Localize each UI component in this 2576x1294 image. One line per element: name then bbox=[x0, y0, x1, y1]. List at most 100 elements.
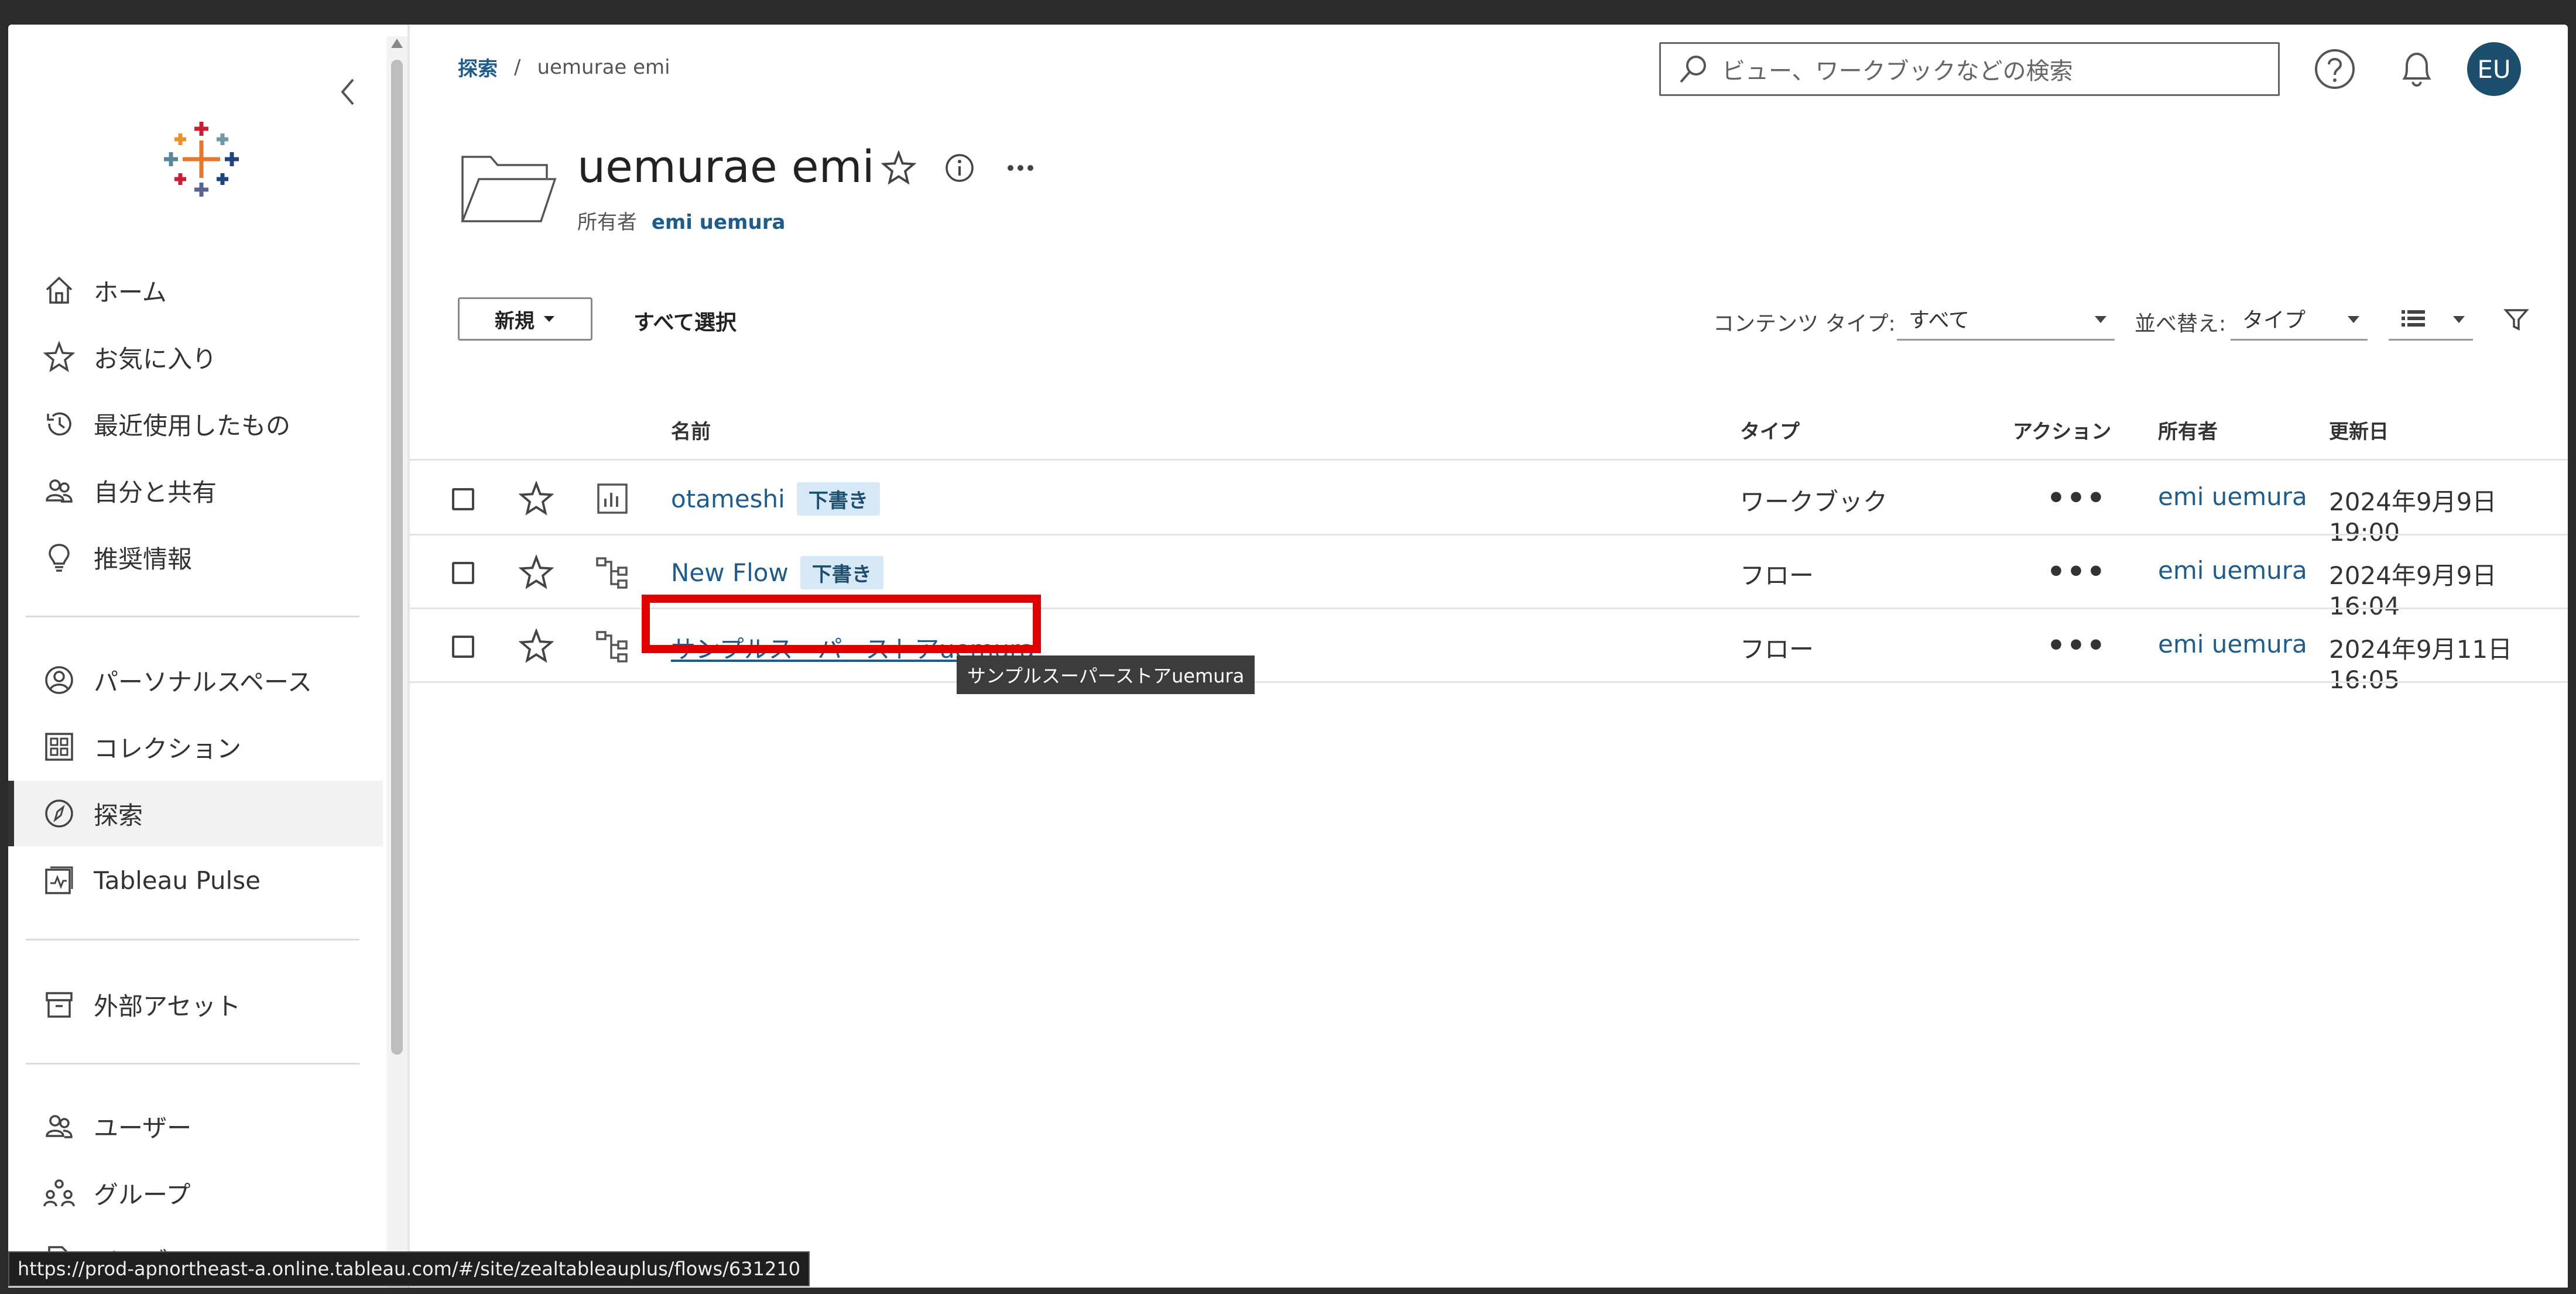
archive-icon bbox=[42, 987, 76, 1021]
sidebar-item-label: 探索 bbox=[94, 801, 143, 830]
compass-icon bbox=[42, 797, 76, 830]
notifications-button[interactable] bbox=[2395, 47, 2439, 91]
page-title: uemurae emi bbox=[577, 140, 875, 193]
sidebar-item-tableau-pulse[interactable]: Tableau Pulse bbox=[8, 847, 383, 913]
breadcrumb-root-link[interactable]: 探索 bbox=[458, 53, 498, 81]
folder-icon bbox=[459, 145, 559, 227]
sidebar-item-personal-space[interactable]: パーソナルスペース bbox=[8, 647, 383, 713]
content-link[interactable]: New Flow bbox=[671, 558, 789, 587]
avatar[interactable]: EU bbox=[2467, 42, 2521, 96]
filter-icon bbox=[2503, 309, 2529, 331]
sidebar-divider bbox=[26, 1063, 359, 1065]
user-circle-icon bbox=[42, 663, 76, 697]
project-info-button[interactable] bbox=[939, 147, 980, 188]
sidebar-scrollbar[interactable] bbox=[386, 36, 407, 1288]
star-icon bbox=[42, 340, 76, 374]
sidebar-item-shared-with-me[interactable]: 自分と共有 bbox=[8, 458, 383, 523]
scroll-up-icon[interactable] bbox=[391, 39, 403, 48]
column-header-type[interactable]: タイプ bbox=[1740, 416, 1800, 444]
sidebar-item-recommendations[interactable]: 推奨情報 bbox=[8, 524, 383, 590]
main-content: 探索 / uemurae emi ビュー、ワークブックなどの検索 EU uemu… bbox=[410, 25, 2568, 1288]
select-all-button[interactable]: すべて選択 bbox=[633, 306, 737, 336]
sidebar-item-label: 外部アセット bbox=[94, 991, 241, 1021]
row-type: フロー bbox=[1740, 561, 1814, 590]
search-placeholder: ビュー、ワークブックなどの検索 bbox=[1722, 58, 2073, 85]
column-header-name[interactable]: 名前 bbox=[671, 416, 711, 444]
sidebar-item-label: パーソナルスペース bbox=[94, 667, 312, 696]
home-icon bbox=[42, 273, 76, 307]
workbook-icon bbox=[597, 483, 628, 514]
sidebar-item-label: Tableau Pulse bbox=[94, 866, 261, 895]
column-header-owner[interactable]: 所有者 bbox=[2158, 416, 2218, 444]
sidebar-item-label: 最近使用したもの bbox=[94, 411, 291, 440]
sidebar-item-label: コレクション bbox=[94, 734, 242, 763]
row-checkbox[interactable] bbox=[452, 636, 474, 658]
flow-icon bbox=[596, 557, 628, 589]
breadcrumb: 探索 / uemurae emi bbox=[458, 53, 670, 81]
help-button[interactable] bbox=[2313, 47, 2357, 91]
project-more-actions-button[interactable] bbox=[1000, 147, 1041, 188]
row-owner-link[interactable]: emi uemura bbox=[2158, 630, 2307, 658]
row-actions-button[interactable]: ••• bbox=[2047, 481, 2106, 515]
sidebar: ホーム お気に入り 最近使用したもの 自分と共有 推奨情報 パーソナルスペース … bbox=[8, 25, 383, 1288]
users-icon bbox=[42, 1109, 76, 1143]
star-icon[interactable] bbox=[519, 629, 554, 664]
group-icon bbox=[42, 1176, 76, 1210]
sidebar-item-home[interactable]: ホーム bbox=[8, 258, 383, 323]
new-button[interactable]: 新規 bbox=[458, 297, 592, 341]
row-name: New Flow 下書き bbox=[671, 556, 883, 589]
row-actions-button[interactable]: ••• bbox=[2047, 555, 2106, 589]
sidebar-item-collections[interactable]: コレクション bbox=[8, 714, 383, 780]
chevron-down-icon bbox=[2348, 316, 2359, 323]
row-actions-button[interactable]: ••• bbox=[2047, 629, 2106, 663]
star-icon[interactable] bbox=[519, 481, 554, 516]
table-row: otameshi 下書き ワークブック ••• emi uemura 2024年… bbox=[410, 461, 2568, 547]
star-icon[interactable] bbox=[519, 555, 554, 590]
sidebar-item-users[interactable]: ユーザー bbox=[8, 1093, 383, 1159]
search-icon bbox=[1680, 56, 1706, 83]
filter-button[interactable] bbox=[2494, 297, 2539, 342]
content-type-select[interactable]: すべて bbox=[1897, 297, 2115, 341]
breadcrumb-current: uemurae emi bbox=[537, 55, 670, 79]
content-link[interactable]: otameshi bbox=[671, 485, 785, 513]
more-horizontal-icon bbox=[1008, 165, 1033, 171]
tableau-app: ホーム お気に入り 最近使用したもの 自分と共有 推奨情報 パーソナルスペース … bbox=[8, 25, 2568, 1288]
info-icon bbox=[946, 154, 974, 182]
sort-value: タイプ bbox=[2242, 308, 2306, 332]
collapse-sidebar-button[interactable] bbox=[333, 71, 362, 112]
column-header-updated[interactable]: 更新日 bbox=[2329, 416, 2389, 444]
tableau-logo-icon[interactable] bbox=[160, 118, 242, 200]
row-checkbox[interactable] bbox=[452, 562, 474, 584]
chevron-down-icon bbox=[2095, 316, 2106, 323]
favorite-project-button[interactable] bbox=[878, 147, 919, 188]
content-type-label: コンテンツ タイプ: bbox=[1713, 312, 1896, 336]
owner-link[interactable]: emi uemura bbox=[652, 211, 786, 234]
sidebar-item-favorites[interactable]: お気に入り bbox=[8, 324, 383, 390]
sidebar-item-external-assets[interactable]: 外部アセット bbox=[8, 972, 383, 1037]
tooltip: サンプルスーパーストアuemura bbox=[957, 655, 1255, 694]
view-mode-select[interactable] bbox=[2389, 297, 2473, 341]
row-checkbox[interactable] bbox=[452, 488, 474, 510]
table-divider bbox=[410, 681, 2568, 683]
new-button-label: 新規 bbox=[495, 309, 535, 333]
sidebar-item-label: ユーザー bbox=[94, 1113, 192, 1142]
help-icon bbox=[2315, 49, 2355, 89]
scrollbar-thumb[interactable] bbox=[391, 60, 403, 1055]
column-header-actions: アクション bbox=[2013, 420, 2112, 444]
row-name: otameshi 下書き bbox=[671, 482, 880, 516]
content-type-value: すべて bbox=[1909, 308, 1970, 332]
sort-select[interactable]: タイプ bbox=[2231, 297, 2368, 341]
sidebar-item-recents[interactable]: 最近使用したもの bbox=[8, 391, 383, 456]
owner-line: 所有者 emi uemura bbox=[577, 206, 785, 235]
row-owner-link[interactable]: emi uemura bbox=[2158, 556, 2307, 585]
sidebar-item-label: 推奨情報 bbox=[94, 544, 193, 574]
sidebar-item-groups[interactable]: グループ bbox=[8, 1160, 383, 1226]
row-owner-link[interactable]: emi uemura bbox=[2158, 482, 2307, 511]
sidebar-divider bbox=[26, 616, 359, 617]
table-row: New Flow 下書き フロー ••• emi uemura 2024年9月9… bbox=[410, 535, 2568, 620]
browser-chrome bbox=[0, 0, 2576, 25]
search-input[interactable]: ビュー、ワークブックなどの検索 bbox=[1659, 42, 2280, 96]
sidebar-divider bbox=[26, 939, 359, 941]
sidebar-item-label: お気に入り bbox=[94, 344, 217, 373]
sidebar-item-explore[interactable]: 探索 bbox=[8, 781, 383, 846]
